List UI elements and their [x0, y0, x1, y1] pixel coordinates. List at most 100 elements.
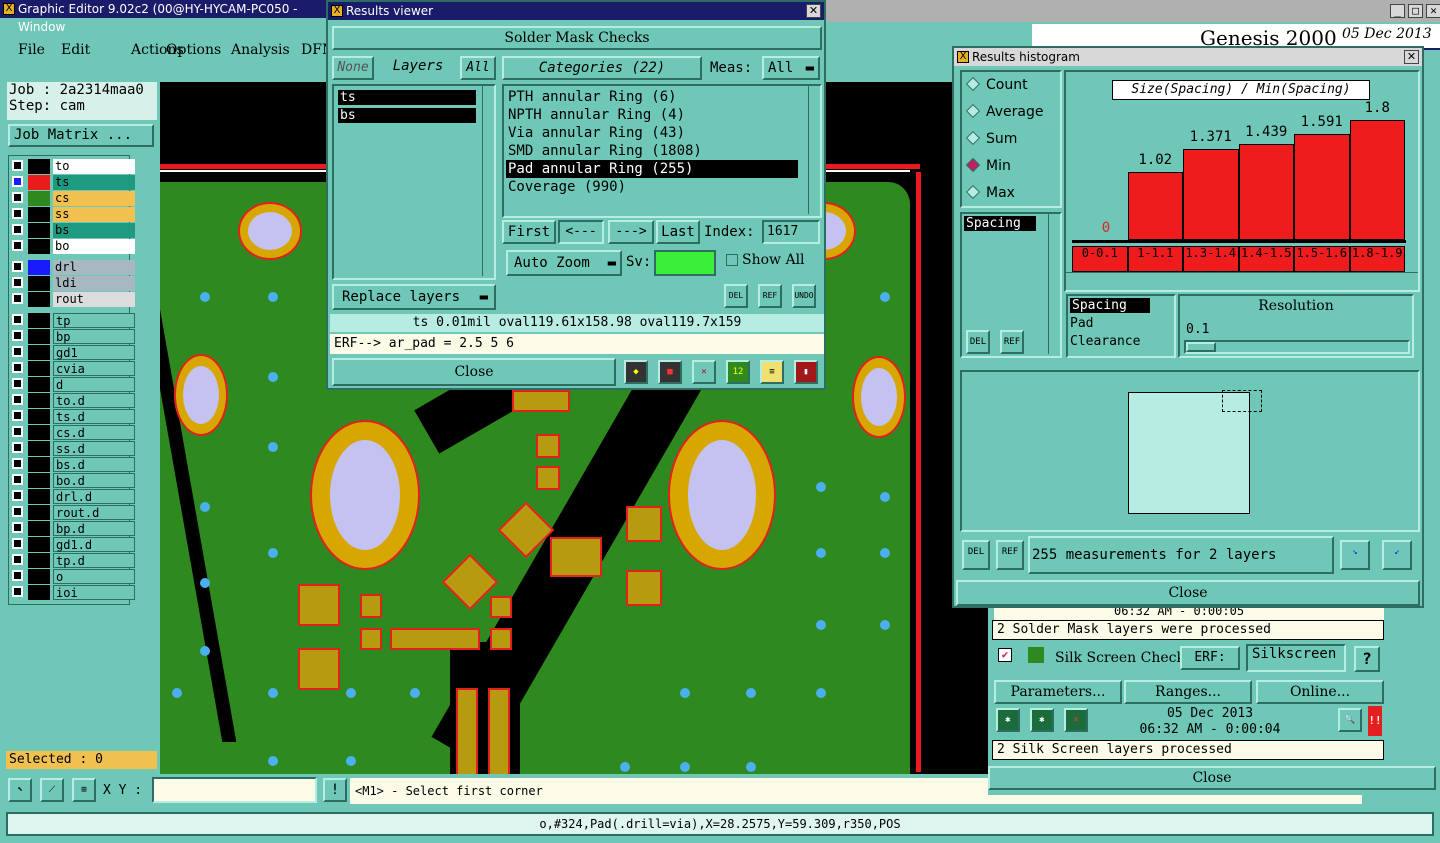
menu-edit[interactable]: Edit: [61, 42, 90, 58]
categories-button[interactable]: Categories (22): [502, 56, 702, 80]
layer-checkbox[interactable]: [12, 586, 23, 597]
job-matrix-button[interactable]: Job Matrix ...: [8, 124, 154, 147]
category-item[interactable]: Coverage (990): [506, 178, 798, 196]
radio-icon[interactable]: [965, 76, 981, 92]
layer-checkbox[interactable]: [12, 330, 23, 341]
layer-row-bs-d[interactable]: bs.d: [9, 457, 135, 472]
layer-checkbox[interactable]: [12, 538, 23, 549]
histogram-icon[interactable]: ▮: [794, 360, 818, 384]
rv-close-button[interactable]: Close: [332, 358, 616, 386]
resolution-slider[interactable]: [1184, 340, 1410, 354]
menu-file[interactable]: File: [18, 42, 45, 58]
rh-del-icon[interactable]: DEL: [966, 330, 990, 354]
online-button[interactable]: Online...: [1256, 680, 1384, 704]
erf-value[interactable]: Silkscreen: [1246, 644, 1346, 672]
layer-checkbox[interactable]: [12, 378, 23, 389]
run-all-icon[interactable]: ✱: [1030, 708, 1054, 732]
layer-row-to-d[interactable]: to.d: [9, 393, 135, 408]
report-icon[interactable]: ■: [658, 360, 682, 384]
layer-row-rout[interactable]: rout: [9, 292, 135, 307]
menu-analysis[interactable]: Analysis: [231, 42, 290, 58]
show-all-checkbox[interactable]: [726, 254, 738, 266]
layer-checkbox[interactable]: [12, 442, 23, 453]
genesis-close-button[interactable]: Close: [988, 766, 1436, 790]
zoom-fit-icon[interactable]: ⬉: [8, 778, 32, 802]
layer-row-ioi[interactable]: ioi: [9, 585, 135, 600]
layer-row-rout-d[interactable]: rout.d: [9, 505, 135, 520]
mode-sum[interactable]: Sum: [962, 126, 1060, 153]
xy-input[interactable]: [152, 777, 317, 803]
index-input[interactable]: 1617: [762, 220, 820, 244]
rh-ref-icon[interactable]: REF: [1000, 330, 1024, 354]
layer-row-ts-d[interactable]: ts.d: [9, 409, 135, 424]
stop-icon[interactable]: ✕: [1064, 708, 1088, 732]
layer-row-drl-d[interactable]: drl.d: [9, 489, 135, 504]
undo-icon[interactable]: UNDO: [792, 284, 816, 308]
import-icon[interactable]: ↙: [1382, 540, 1412, 570]
layer-row-bp-d[interactable]: bp.d: [9, 521, 135, 536]
spacing-scrollbar[interactable]: [1048, 214, 1060, 354]
layer-row-tp-d[interactable]: tp.d: [9, 553, 135, 568]
menu-options[interactable]: Options: [166, 42, 221, 58]
layer-row-gd1[interactable]: gd1: [9, 345, 135, 360]
last-button[interactable]: Last: [656, 220, 700, 244]
param-list[interactable]: Spacing Pad Clearance: [1066, 294, 1176, 358]
sv-color-select[interactable]: [654, 250, 716, 276]
layer-row-to[interactable]: to: [9, 159, 135, 174]
alert-icon[interactable]: !: [323, 778, 347, 802]
layer-checkbox[interactable]: [12, 346, 23, 357]
no-ref-icon[interactable]: ✕: [692, 360, 716, 384]
rh-close-button[interactable]: Close: [956, 580, 1420, 606]
layer-row-drl[interactable]: drl: [9, 260, 135, 275]
radio-icon[interactable]: [965, 184, 981, 200]
mode-max[interactable]: Max: [962, 180, 1060, 207]
mode-average[interactable]: Average: [962, 99, 1060, 126]
highlight-icon[interactable]: ◆: [624, 360, 648, 384]
histogram-bar[interactable]: [1127, 172, 1183, 240]
param-pad[interactable]: Pad: [1070, 315, 1172, 333]
parameters-button[interactable]: Parameters...: [994, 680, 1122, 704]
radio-icon[interactable]: [965, 103, 981, 119]
silk-checkbox[interactable]: ✔: [998, 648, 1012, 662]
histogram-bar[interactable]: [1349, 120, 1405, 240]
categories-scrollbar[interactable]: [808, 86, 820, 214]
auto-zoom-button[interactable]: Auto Zoom ▬: [506, 250, 622, 276]
category-item[interactable]: NPTH annular Ring (4): [506, 106, 798, 124]
layer-row-ts[interactable]: ts: [9, 175, 135, 190]
layer-checkbox[interactable]: [12, 506, 23, 517]
close-icon[interactable]: ✕: [1426, 4, 1440, 18]
zoom-results-icon[interactable]: 🔍: [1338, 708, 1362, 732]
help-icon[interactable]: ?: [1354, 646, 1380, 672]
layer-row-cvia[interactable]: cvia: [9, 361, 135, 376]
layer-checkbox[interactable]: [12, 458, 23, 469]
replace-layers-button[interactable]: Replace layers ▬: [332, 284, 496, 310]
layer-row-ldi[interactable]: ldi: [9, 276, 135, 291]
layer-row-bs[interactable]: bs: [9, 223, 135, 238]
histogram-bar[interactable]: [1183, 148, 1239, 240]
measure-icon[interactable]: ⟋: [40, 778, 64, 802]
category-item[interactable]: PTH annular Ring (6): [506, 88, 798, 106]
layer-row-ss[interactable]: ss: [9, 207, 135, 222]
layer-checkbox[interactable]: [12, 410, 23, 421]
layer-row-gd1-d[interactable]: gd1.d: [9, 537, 135, 552]
rh-ref-bottom-icon[interactable]: REF: [996, 540, 1024, 570]
layer-list-scrollbar[interactable]: [482, 86, 494, 276]
numbering-icon[interactable]: 12: [726, 360, 750, 384]
param-clearance[interactable]: Clearance: [1070, 333, 1172, 351]
del-icon[interactable]: DEL: [724, 284, 748, 308]
minimize-icon[interactable]: _: [1390, 4, 1405, 18]
meas-select[interactable]: All ▬: [762, 56, 820, 80]
layer-row-bo[interactable]: bo: [9, 239, 135, 254]
run-icon[interactable]: ✱: [996, 708, 1020, 732]
mode-count[interactable]: Count: [962, 72, 1060, 99]
rv-layer-ts[interactable]: ts: [338, 90, 476, 105]
category-item[interactable]: Pad annular Ring (255): [506, 160, 798, 178]
category-item[interactable]: Via annular Ring (43): [506, 124, 798, 142]
none-button[interactable]: None: [332, 56, 374, 80]
ref-icon[interactable]: REF: [758, 284, 782, 308]
layer-row-cs-d[interactable]: cs.d: [9, 425, 135, 440]
layer-checkbox[interactable]: [12, 362, 23, 373]
layer-checkbox[interactable]: [12, 554, 23, 565]
param-spacing[interactable]: Spacing: [1070, 298, 1150, 313]
layer-row-ss-d[interactable]: ss.d: [9, 441, 135, 456]
